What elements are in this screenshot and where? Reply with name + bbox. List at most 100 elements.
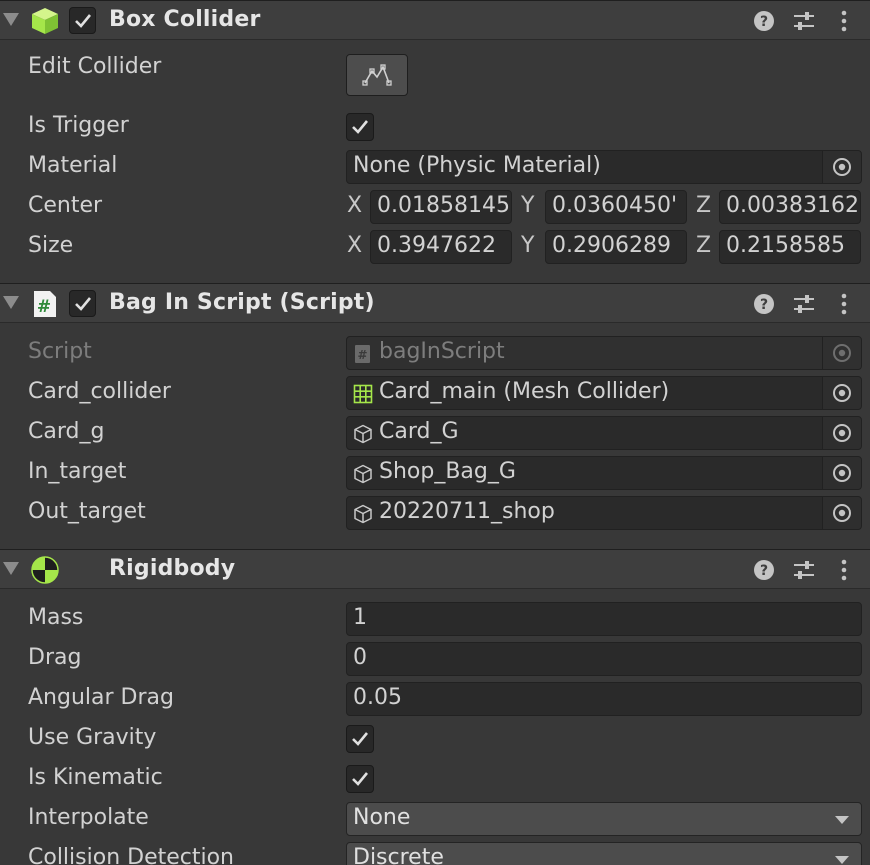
center-z-field[interactable]: 0.00383162	[719, 190, 861, 224]
interpolate-row: Interpolate None	[0, 799, 870, 839]
edit-collider-button[interactable]	[346, 54, 408, 96]
center-y-label[interactable]: Y	[521, 193, 534, 218]
center-x-value: 0.01858145	[377, 193, 510, 218]
dropdown-arrow-icon	[835, 856, 849, 864]
mass-label: Mass	[28, 605, 84, 630]
material-label: Material	[28, 153, 118, 178]
angular-drag-value: 0.05	[353, 685, 402, 710]
size-y-value: 0.2906289	[552, 233, 671, 258]
svg-text:?: ?	[760, 14, 768, 30]
bag-script-header[interactable]: # Bag In Script (Script) ?	[0, 283, 870, 323]
size-y-label[interactable]: Y	[521, 233, 534, 258]
presets-icon[interactable]	[792, 558, 816, 582]
component-title: Box Collider	[109, 7, 261, 32]
interpolate-value: None	[353, 805, 411, 830]
object-picker-icon[interactable]	[822, 151, 861, 183]
script-value: bagInScript	[379, 339, 505, 364]
object-picker-icon[interactable]	[822, 457, 861, 489]
card-collider-label: Card_collider	[28, 379, 171, 404]
object-picker-icon[interactable]	[822, 497, 861, 529]
foldout-arrow-icon[interactable]	[3, 562, 19, 575]
checkmark-icon	[75, 14, 92, 28]
card-g-field[interactable]: Card_G	[346, 416, 862, 450]
more-options-icon[interactable]	[832, 9, 856, 33]
size-z-field[interactable]: 0.2158585	[719, 230, 861, 264]
center-label: Center	[28, 193, 103, 218]
is-trigger-checkbox[interactable]	[346, 113, 374, 141]
help-icon[interactable]: ?	[752, 558, 776, 582]
use-gravity-label: Use Gravity	[28, 725, 157, 750]
more-options-icon[interactable]	[832, 558, 856, 582]
drag-value: 0	[353, 645, 367, 670]
svg-text:#: #	[357, 348, 367, 362]
collision-detection-dropdown[interactable]: Discrete	[346, 842, 862, 865]
material-row: Material None (Physic Material)	[0, 147, 870, 187]
card-collider-row: Card_collider Card_main (Mesh Collider)	[0, 373, 870, 413]
in-target-label: In_target	[28, 459, 127, 484]
mesh-collider-icon	[353, 384, 373, 404]
object-picker-icon[interactable]	[822, 377, 861, 409]
dropdown-arrow-icon	[835, 816, 849, 824]
checkmark-icon	[352, 732, 369, 746]
drag-label: Drag	[28, 645, 82, 670]
out-target-label: Out_target	[28, 499, 146, 524]
in-target-field[interactable]: Shop_Bag_G	[346, 456, 862, 490]
box-collider-header[interactable]: Box Collider ?	[0, 0, 870, 40]
foldout-arrow-icon[interactable]	[3, 296, 19, 309]
checkmark-icon	[352, 120, 369, 134]
interpolate-dropdown[interactable]: None	[346, 802, 862, 836]
size-x-value: 0.3947622	[377, 233, 496, 258]
size-x-label[interactable]: X	[347, 233, 362, 258]
script-hash-icon: #	[30, 290, 60, 318]
collision-detection-value: Discrete	[353, 845, 444, 865]
drag-row: Drag 0	[0, 639, 870, 679]
foldout-arrow-icon[interactable]	[3, 13, 19, 26]
center-x-field[interactable]: 0.01858145	[370, 190, 512, 224]
center-y-field[interactable]: 0.0360450'	[545, 190, 687, 224]
script-file-icon: #	[353, 344, 373, 364]
help-icon[interactable]: ?	[752, 9, 776, 33]
is-trigger-row: Is Trigger	[0, 107, 870, 147]
presets-icon[interactable]	[792, 9, 816, 33]
out-target-value: 20220711_shop	[379, 499, 555, 524]
material-field[interactable]: None (Physic Material)	[346, 150, 862, 184]
size-x-field[interactable]: 0.3947622	[370, 230, 512, 264]
svg-text:?: ?	[760, 297, 768, 313]
size-z-label[interactable]: Z	[696, 233, 711, 258]
collision-detection-label: Collision Detection	[28, 845, 235, 865]
gameobject-icon	[353, 504, 373, 524]
is-trigger-label: Is Trigger	[28, 113, 129, 138]
svg-text:#: #	[37, 297, 51, 317]
edit-collider-label: Edit Collider	[28, 54, 162, 79]
center-z-label[interactable]: Z	[696, 193, 711, 218]
drag-field[interactable]: 0	[346, 642, 862, 676]
object-picker-icon[interactable]	[822, 417, 861, 449]
more-options-icon[interactable]	[832, 292, 856, 316]
interpolate-label: Interpolate	[28, 805, 149, 830]
size-z-value: 0.2158585	[726, 233, 845, 258]
bag-script-enabled-checkbox[interactable]	[69, 290, 96, 317]
edit-collider-row: Edit Collider	[0, 48, 870, 108]
center-row: Center X 0.01858145 Y 0.0360450' Z 0.003…	[0, 187, 870, 227]
box-collider-enabled-checkbox[interactable]	[69, 7, 96, 34]
presets-icon[interactable]	[792, 292, 816, 316]
component-title: Rigidbody	[109, 556, 236, 581]
in-target-value: Shop_Bag_G	[379, 459, 516, 484]
card-collider-value: Card_main (Mesh Collider)	[379, 379, 670, 404]
gameobject-icon	[353, 464, 373, 484]
angular-drag-label: Angular Drag	[28, 685, 174, 710]
center-x-label[interactable]: X	[347, 193, 362, 218]
mass-row: Mass 1	[0, 599, 870, 639]
script-field: # bagInScript	[346, 336, 862, 370]
angular-drag-field[interactable]: 0.05	[346, 682, 862, 716]
material-value: None (Physic Material)	[353, 153, 601, 178]
is-kinematic-checkbox[interactable]	[346, 765, 374, 793]
size-y-field[interactable]: 0.2906289	[545, 230, 687, 264]
mass-field[interactable]: 1	[346, 602, 862, 636]
rigidbody-header[interactable]: Rigidbody ?	[0, 549, 870, 589]
card-collider-field[interactable]: Card_main (Mesh Collider)	[346, 376, 862, 410]
out-target-field[interactable]: 20220711_shop	[346, 496, 862, 530]
mass-value: 1	[353, 605, 367, 630]
use-gravity-checkbox[interactable]	[346, 725, 374, 753]
help-icon[interactable]: ?	[752, 292, 776, 316]
